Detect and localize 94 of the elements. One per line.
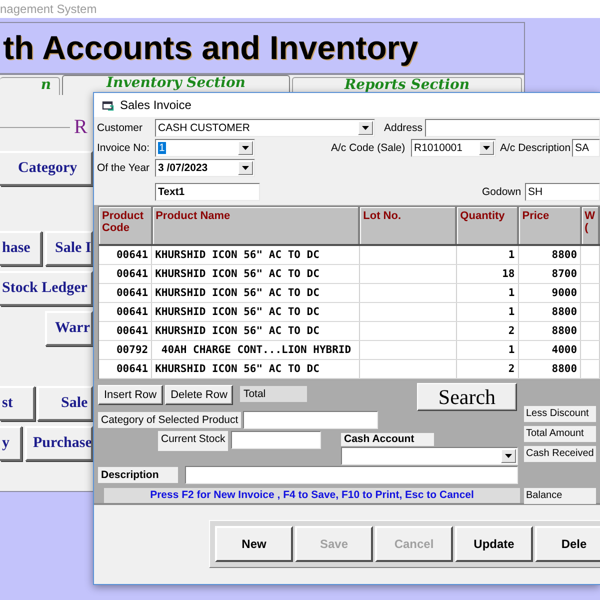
input-field[interactable]: Text1 — [155, 183, 260, 201]
selected-text: 1 — [158, 142, 166, 154]
table-cell: KHURSHID ICON 56" AC TO DC — [155, 287, 320, 299]
table-cell: 2 — [508, 363, 515, 375]
caret-icon — [362, 126, 369, 130]
section-label: R — [74, 116, 88, 138]
table-cell: 00792 — [116, 344, 148, 356]
input-field[interactable] — [425, 119, 600, 137]
column-header: Product Code — [102, 210, 144, 234]
table-cell: KHURSHID ICON 56" AC TO DC — [155, 268, 320, 280]
dropdown-field[interactable]: CASH CUSTOMER — [155, 119, 375, 137]
menu-button[interactable]: Sale I — [45, 231, 93, 266]
dropdown-button[interactable] — [479, 141, 494, 155]
dropdown-field[interactable] — [341, 447, 518, 465]
action-button[interactable]: Dele — [535, 526, 600, 562]
window-title: Sales Invoice — [120, 98, 192, 112]
input-field[interactable] — [185, 466, 518, 484]
table-cell: 8800 — [552, 325, 578, 337]
table-cell: 8800 — [552, 249, 578, 261]
field-label: Description — [98, 466, 178, 482]
input-field[interactable]: SH — [525, 183, 600, 201]
field-label: Customer — [97, 122, 144, 134]
menu-button[interactable]: y — [0, 426, 22, 461]
action-button[interactable]: Update — [455, 526, 533, 562]
table-cell: 8800 — [552, 306, 578, 318]
field-label: Category of Selected Product — [98, 412, 242, 428]
table-cell: KHURSHID ICON 56" AC TO DC — [155, 306, 320, 318]
input-field[interactable] — [243, 411, 378, 429]
column-header: Lot No. — [363, 210, 402, 222]
caret-icon — [483, 146, 490, 150]
menu-button[interactable]: Stock Ledger — [0, 271, 93, 306]
field-label: Invoice No: — [97, 142, 151, 154]
column-header: Price — [522, 210, 550, 222]
table-cell: 1 — [508, 249, 515, 261]
table-cell: KHURSHID ICON 56" AC TO DC — [155, 249, 320, 261]
table-cell: 1 — [508, 287, 515, 299]
dropdown-field[interactable]: 3 /07/2023 — [155, 159, 255, 177]
total-label: Total — [240, 386, 308, 402]
summary-label: Total Amount — [524, 426, 596, 442]
caret-icon — [242, 166, 249, 170]
insert-row-button[interactable]: Insert Row — [98, 385, 163, 405]
menu-button[interactable]: st — [0, 386, 35, 421]
dropdown-button[interactable] — [501, 449, 516, 463]
table-cell: 00641 — [116, 325, 148, 337]
menu-button[interactable]: hase — [0, 231, 42, 266]
menu-button[interactable]: Warr — [45, 311, 93, 346]
hint-text: Press F2 for New Invoice , F4 to Save, F10 to Print, Esc to Cancel — [104, 488, 520, 503]
dropdown-button[interactable] — [238, 161, 253, 175]
dropdown-field[interactable]: R1010001 — [411, 139, 496, 157]
field-label: Cash Account — [341, 433, 434, 446]
window-icon — [102, 100, 114, 110]
action-button[interactable]: New — [215, 526, 293, 562]
table-cell: 18 — [502, 268, 515, 280]
summary-label: Cash Received — [524, 446, 596, 462]
table-cell: 00641 — [116, 287, 148, 299]
summary-label: Balance — [524, 488, 596, 504]
dropdown-button[interactable] — [238, 141, 253, 155]
caret-icon — [242, 146, 249, 150]
delete-row-button[interactable]: Delete Row — [164, 385, 234, 405]
column-header: W ( — [584, 210, 595, 234]
menu-button[interactable]: Sale — [37, 386, 93, 421]
field-label: A/c Description — [500, 142, 572, 154]
menu-button[interactable]: Category — [0, 151, 93, 186]
table-cell: KHURSHID ICON 56" AC TO DC — [155, 363, 320, 375]
field-label: Of the Year — [97, 162, 151, 174]
field-label: A/c Code (Sale) — [331, 142, 406, 154]
field-label: Address — [384, 122, 424, 134]
field-label: Current Stock — [158, 431, 228, 451]
caret-icon — [505, 454, 512, 458]
table-cell: 1 — [508, 306, 515, 318]
table-cell: 8800 — [552, 363, 578, 375]
table-cell: 1 — [508, 344, 515, 356]
field-label: Godown — [482, 186, 522, 198]
dropdown-field[interactable]: 1 — [155, 139, 255, 157]
table-cell: 2 — [508, 325, 515, 337]
column-header: Product Name — [156, 210, 230, 222]
dropdown-button[interactable] — [358, 121, 373, 135]
section-tab[interactable]: n — [0, 77, 60, 95]
table-cell: KHURSHID ICON 56" AC TO DC — [155, 325, 320, 337]
table-cell-text: 40AH CHARGE CONT...LION HYBRID — [160, 344, 352, 356]
table-cell: 9000 — [552, 287, 578, 299]
search-button[interactable]: Search — [417, 383, 517, 411]
summary-label: Less Discount — [524, 406, 596, 422]
table-cell: 00641 — [116, 363, 148, 375]
table-cell: 8700 — [552, 268, 578, 280]
table-cell: 00641 — [116, 268, 148, 280]
app-heading: th Accounts and Inventory — [3, 29, 418, 67]
window-title: nagement System — [0, 1, 97, 18]
input-field[interactable]: SA — [572, 139, 600, 157]
table-cell: 00641 — [116, 306, 148, 318]
table-cell: 00641 — [116, 249, 148, 261]
table-cell: 4000 — [552, 344, 578, 356]
input-field[interactable] — [231, 431, 321, 449]
column-header: Quantity — [460, 210, 505, 222]
